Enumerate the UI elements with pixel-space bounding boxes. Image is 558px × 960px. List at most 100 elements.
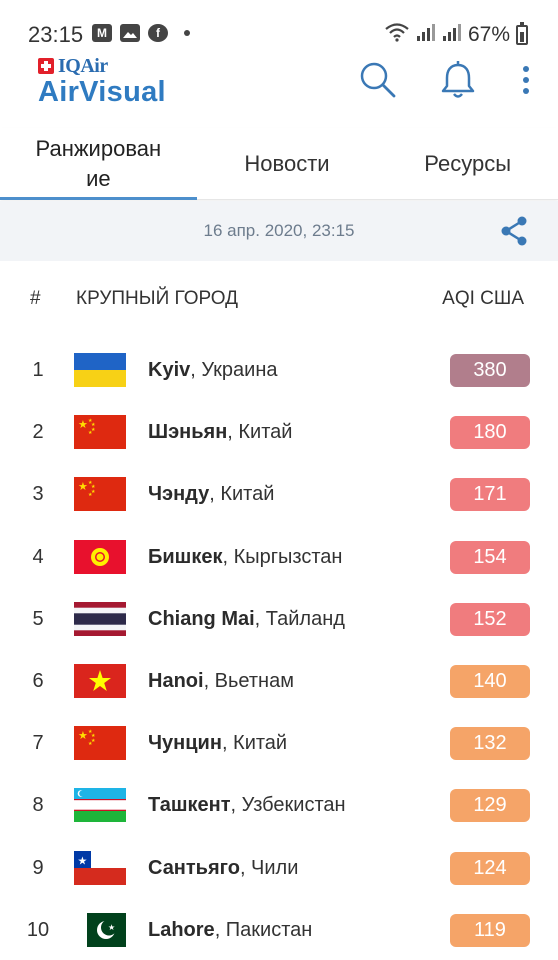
ranking-row[interactable]: 4 Бишкек, Кыргызстан 154 xyxy=(0,526,558,588)
column-rank: # xyxy=(30,288,41,309)
share-icon xyxy=(501,216,527,246)
city-name: Hanoi xyxy=(148,669,204,692)
date-bar: 16 апр. 2020, 23:15 xyxy=(0,201,558,261)
share-button[interactable] xyxy=(498,215,530,247)
bell-icon xyxy=(441,61,475,98)
wifi-icon xyxy=(384,22,410,47)
ranking-row[interactable]: 5 Chiang Mai, Тайланд 152 xyxy=(0,588,558,650)
ranking-row[interactable]: 9 ★ Сантьяго, Чили 124 xyxy=(0,837,558,899)
more-options-button[interactable] xyxy=(518,60,534,100)
rank-number: 10 xyxy=(26,918,50,941)
svg-text:★: ★ xyxy=(108,923,115,932)
svg-text:★: ★ xyxy=(78,480,88,493)
ukraine-flag-icon xyxy=(74,353,126,387)
vietnam-flag-icon xyxy=(74,663,126,698)
ranking-row[interactable]: 8 Ташкент, Узбекистан 129 xyxy=(0,774,558,836)
swiss-flag-icon xyxy=(38,58,54,74)
country-name: , Пакистан xyxy=(214,918,313,941)
rank-number: 3 xyxy=(32,483,44,506)
ranking-row[interactable]: 2 ★ ★ ★ ★ ★ Шэньян, Китай 180 xyxy=(0,401,558,463)
tab-news[interactable]: Новости xyxy=(197,128,378,199)
app-header: IQAir AirVisual xyxy=(0,55,558,115)
tab-bar: Ранжирован ие Новости Ресурсы xyxy=(0,128,558,200)
column-city: КРУПНЫЙ ГОРОД xyxy=(76,288,239,309)
city-name: Lahore xyxy=(148,918,215,941)
city-name: Бишкек xyxy=(148,545,223,568)
city-name: Ташкент xyxy=(148,794,231,817)
tab-resources-label: Ресурсы xyxy=(424,150,512,176)
aqi-badge: 152 xyxy=(450,602,530,636)
gallery-icon xyxy=(120,24,140,42)
brand-small: IQAir xyxy=(58,54,108,77)
country-name: , Китай xyxy=(227,421,293,444)
rank-number: 7 xyxy=(32,732,44,755)
search-icon xyxy=(360,62,396,98)
aqi-badge: 140 xyxy=(450,664,530,698)
country-name: , Китай xyxy=(209,483,275,506)
aqi-badge: 132 xyxy=(450,727,530,761)
ranking-row[interactable]: 1 Kyiv, Украина 380 xyxy=(0,339,558,401)
rank-number: 5 xyxy=(32,607,44,630)
city-name: Chiang Mai xyxy=(148,607,255,630)
signal-icon xyxy=(442,22,462,47)
thailand-flag-icon xyxy=(74,601,126,636)
search-button[interactable] xyxy=(358,60,398,100)
gmail-icon: M xyxy=(92,24,112,42)
column-aqi: AQI США xyxy=(442,288,524,309)
status-bar: 23:15 M f 67% xyxy=(0,0,558,60)
china-flag-icon: ★ ★ ★ ★ ★ xyxy=(74,726,126,761)
system-icons: 67% xyxy=(384,21,528,47)
ranking-row[interactable]: 3 ★ ★ ★ ★ ★ Чэнду, Китай 171 xyxy=(0,463,558,525)
ranking-list: 1 Kyiv, Украина 380 2 ★ ★ ★ ★ ★ Шэньян, Кита… xyxy=(0,339,558,960)
svg-text:★: ★ xyxy=(78,418,88,431)
aqi-badge: 154 xyxy=(450,540,530,574)
city-name: Сантьяго xyxy=(148,856,240,879)
aqi-badge: 129 xyxy=(450,789,530,823)
ranking-row[interactable]: 6 Hanoi, Вьетнам 140 xyxy=(0,650,558,712)
aqi-badge: 124 xyxy=(450,851,530,885)
china-flag-icon: ★ ★ ★ ★ ★ xyxy=(74,415,126,450)
city-name: Чэнду xyxy=(148,483,210,506)
notifications-button[interactable] xyxy=(438,60,478,100)
tab-ranking[interactable]: Ранжирован ие xyxy=(0,128,197,200)
country-name: , Тайланд xyxy=(254,607,345,630)
country-name: , Китай xyxy=(221,732,288,755)
china-flag-icon: ★ ★ ★ ★ ★ xyxy=(74,477,126,512)
rank-number: 1 xyxy=(32,359,44,381)
aqi-badge: 171 xyxy=(450,478,530,512)
country-name: , Кыргызстан xyxy=(222,545,343,568)
country-name: , Узбекистан xyxy=(230,794,346,817)
rank-number: 2 xyxy=(32,421,44,444)
svg-text:★: ★ xyxy=(88,492,93,498)
aqi-badge: 180 xyxy=(450,416,530,450)
more-vert-icon xyxy=(523,66,529,94)
ranking-row[interactable]: 7 ★ ★ ★ ★ ★ Чунцин, Китай 132 xyxy=(0,712,558,774)
country-name: , Вьетнам xyxy=(203,669,294,692)
battery-icon xyxy=(516,21,528,45)
battery-percent: 67% xyxy=(467,22,510,46)
rank-number: 9 xyxy=(32,856,44,879)
svg-text:★: ★ xyxy=(78,729,88,742)
chile-flag-icon: ★ xyxy=(74,850,126,885)
tab-resources[interactable]: Ресурсы xyxy=(377,128,558,199)
rank-number: 4 xyxy=(32,545,44,568)
rank-number: 6 xyxy=(32,669,44,692)
city-name: Kyiv xyxy=(148,359,191,381)
ranking-row[interactable]: 10 ★ Lahore, Пакистан 119 xyxy=(0,899,558,960)
rank-number: 8 xyxy=(32,794,44,817)
signal-icon xyxy=(416,22,436,47)
country-name: , Украина xyxy=(190,359,278,381)
status-time: 23:15 xyxy=(28,22,84,47)
brand-large: AirVisual xyxy=(38,76,166,108)
city-name: Чунцин xyxy=(148,732,222,755)
aqi-badge: 119 xyxy=(450,913,530,947)
city-name: Шэньян xyxy=(148,421,228,444)
svg-text:★: ★ xyxy=(88,430,93,436)
svg-text:★: ★ xyxy=(88,741,93,747)
tab-ranking-label: Ранжирован ие xyxy=(35,135,162,191)
aqi-badge: 380 xyxy=(450,354,530,387)
facebook-icon: f xyxy=(148,24,168,42)
tab-news-label: Новости xyxy=(244,150,330,176)
uzbekistan-flag-icon xyxy=(74,788,126,823)
update-date: 16 апр. 2020, 23:15 xyxy=(203,221,355,240)
